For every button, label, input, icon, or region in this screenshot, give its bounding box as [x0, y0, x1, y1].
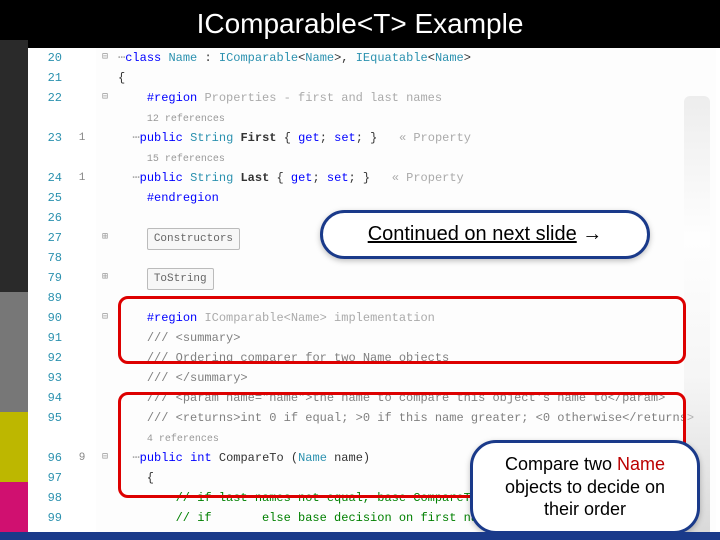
line-number: [28, 108, 62, 128]
line-number: 27: [28, 228, 62, 248]
accent-stripe: [0, 40, 28, 532]
codelens-count: [68, 228, 96, 248]
slide: IComparable<T> Example 20212223242526277…: [0, 0, 720, 540]
codelens-count: [68, 48, 96, 68]
line-number: 98: [28, 488, 62, 508]
codelens-count: [68, 508, 96, 528]
fold-toggle: [96, 428, 114, 448]
callout-compare: Compare two Name objects to decide on th…: [470, 440, 700, 534]
line-number: 21: [28, 68, 62, 88]
fold-toggle: [96, 148, 114, 168]
line-number: 20: [28, 48, 62, 68]
codelens-count: [68, 328, 96, 348]
fold-toggle: [96, 488, 114, 508]
codelens-count: [68, 308, 96, 328]
code-line: ⋯public String First { get; set; } « Pro…: [118, 128, 716, 148]
codelens-count: [68, 208, 96, 228]
fold-toggle: [96, 388, 114, 408]
code-line: ToString: [118, 268, 716, 288]
fold-toggle: [96, 128, 114, 148]
codelens-count: [68, 268, 96, 288]
fold-toggle: [96, 368, 114, 388]
line-number: 91: [28, 328, 62, 348]
codelens-count: [68, 148, 96, 168]
fold-toggle[interactable]: ⊞: [96, 228, 114, 248]
code-line: /// </summary>: [118, 368, 716, 388]
codelens-count: [68, 428, 96, 448]
codelens-count: [68, 388, 96, 408]
fold-toggle: [96, 288, 114, 308]
line-number: [28, 428, 62, 448]
line-number: 95: [28, 408, 62, 428]
line-number-gutter: 202122 23 24252627787989909192939495 969798…: [28, 48, 68, 532]
codelens-count: [68, 108, 96, 128]
codelens-count: [68, 408, 96, 428]
fold-toggle: [96, 188, 114, 208]
codelens-count: [68, 368, 96, 388]
line-number: 89: [28, 288, 62, 308]
fold-toggle[interactable]: ⊟: [96, 448, 114, 468]
codelens-count: 1: [68, 168, 96, 188]
codelens-count: [68, 188, 96, 208]
codelens-count: 9: [68, 448, 96, 468]
callout-compare-name: Name: [617, 454, 665, 474]
line-number: 26: [28, 208, 62, 228]
line-number: [28, 148, 62, 168]
codelens-gutter: 1 1 9: [68, 48, 96, 532]
code-line: #endregion: [118, 188, 716, 208]
code-line: ⋯public String Last { get; set; } « Prop…: [118, 168, 716, 188]
line-number: 23: [28, 128, 62, 148]
codelens-count: 1: [68, 128, 96, 148]
line-number: 79: [28, 268, 62, 288]
codelens-count: [68, 348, 96, 368]
callout-continued-text: Continued on next slide: [368, 223, 577, 245]
fold-toggle: [96, 168, 114, 188]
codelens-count: [68, 68, 96, 88]
highlight-doc-comments: [118, 296, 686, 364]
footer-bar: [0, 532, 720, 540]
fold-toggle[interactable]: ⊞: [96, 268, 114, 288]
code-line: 15 references: [118, 148, 716, 168]
fold-toggle[interactable]: ⊟: [96, 88, 114, 108]
code-line: {: [118, 68, 716, 88]
line-number: 92: [28, 348, 62, 368]
fold-toggle: [96, 108, 114, 128]
line-number: 24: [28, 168, 62, 188]
code-line: ⋯class Name : IComparable<Name>, IEquata…: [118, 48, 716, 68]
code-line: 12 references: [118, 108, 716, 128]
slide-title: IComparable<T> Example: [0, 0, 720, 48]
line-number: 93: [28, 368, 62, 388]
fold-toggle[interactable]: ⊟: [96, 308, 114, 328]
line-number: 78: [28, 248, 62, 268]
line-number: 96: [28, 448, 62, 468]
line-number: 99: [28, 508, 62, 528]
line-number: 97: [28, 468, 62, 488]
fold-toggle: [96, 468, 114, 488]
codelens-count: [68, 288, 96, 308]
fold-toggle: [96, 508, 114, 528]
fold-toggle: [96, 408, 114, 428]
codelens-count: [68, 468, 96, 488]
fold-toggle[interactable]: ⊟: [96, 48, 114, 68]
code-line: #region Properties - first and last name…: [118, 88, 716, 108]
fold-toggle: [96, 248, 114, 268]
fold-toggle: [96, 68, 114, 88]
fold-toggle: [96, 208, 114, 228]
line-number: 90: [28, 308, 62, 328]
line-number: 25: [28, 188, 62, 208]
codelens-count: [68, 248, 96, 268]
fold-toggle: [96, 328, 114, 348]
codelens-count: [68, 88, 96, 108]
line-number: 94: [28, 388, 62, 408]
callout-continued: Continued on next slide →: [320, 210, 650, 259]
codelens-count: [68, 488, 96, 508]
fold-toggle: [96, 348, 114, 368]
fold-column: ⊟ ⊟ ⊞ ⊞ ⊟ ⊟: [96, 48, 114, 532]
line-number: 22: [28, 88, 62, 108]
